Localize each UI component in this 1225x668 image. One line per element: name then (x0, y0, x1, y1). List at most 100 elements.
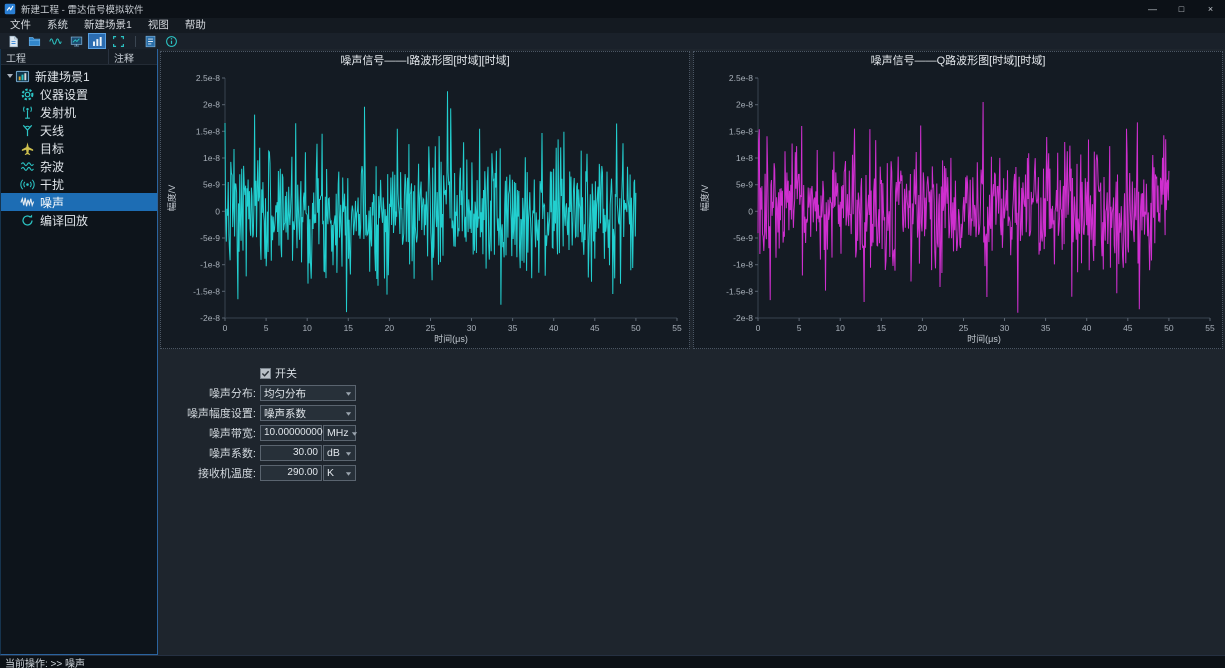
receiver-temperature-input[interactable]: 290.00 (260, 465, 322, 481)
expand-arrow-icon[interactable] (4, 72, 15, 80)
svg-text:0: 0 (756, 323, 761, 333)
svg-text:-1.5e-8: -1.5e-8 (726, 286, 753, 296)
window-title: 新建工程 - 雷达信号模拟软件 (21, 2, 1138, 16)
switch-label: 开关 (275, 365, 297, 381)
menu-item-system[interactable]: 系统 (39, 18, 76, 33)
svg-text:20: 20 (385, 323, 395, 333)
svg-text:-2e-8: -2e-8 (200, 313, 220, 323)
chevron-down-icon (345, 470, 352, 477)
svg-text:幅度/V: 幅度/V (699, 185, 710, 212)
tree-item-scene[interactable]: 新建场景1 (1, 67, 157, 85)
info-button[interactable] (162, 33, 180, 49)
waveform-view-button[interactable] (46, 33, 64, 49)
chart-title-i: 噪声信号——I路波形图[时域][时域] (161, 52, 689, 70)
tree-item-clutter[interactable]: 杂波 (1, 157, 157, 175)
svg-text:40: 40 (1082, 323, 1092, 333)
svg-text:30: 30 (1000, 323, 1010, 333)
tree-item-transmitter[interactable]: 发射机 (1, 103, 157, 121)
toolbar-divider (135, 36, 136, 47)
interference-icon (20, 177, 35, 192)
menu-item-view[interactable]: 视图 (140, 18, 177, 33)
menu-item-help[interactable]: 帮助 (177, 18, 214, 33)
chevron-down-icon (345, 450, 352, 457)
noise-distribution-select[interactable]: 均匀分布 (260, 385, 356, 401)
toolbar (0, 33, 1225, 49)
svg-text:15: 15 (344, 323, 354, 333)
menu-item-file[interactable]: 文件 (2, 18, 39, 33)
form-row: 噪声幅度设置:噪声系数 (168, 405, 1225, 421)
gear-icon (20, 87, 35, 102)
open-folder-icon (28, 35, 41, 48)
maximize-button[interactable]: □ (1167, 0, 1196, 18)
svg-text:20: 20 (918, 323, 928, 333)
tree-item-antenna[interactable]: 天线 (1, 121, 157, 139)
chart-title-q: 噪声信号——Q路波形图[时域][时域] (694, 52, 1222, 70)
tree-item-label: 仪器设置 (40, 86, 88, 103)
chevron-down-icon (351, 430, 358, 437)
switch-checkbox[interactable] (260, 368, 271, 379)
sidebar-column-notes: 注释 (109, 49, 139, 64)
svg-text:1.5e-8: 1.5e-8 (196, 126, 220, 136)
svg-text:-5e-9: -5e-9 (733, 233, 753, 243)
svg-text:-1e-8: -1e-8 (200, 260, 220, 270)
sidebar-column-project: 工程 (1, 49, 109, 64)
minimize-button[interactable]: — (1138, 0, 1167, 18)
unit-value: K (327, 467, 343, 479)
noise-bandwidth-unit-select[interactable]: MHz (323, 425, 356, 441)
close-button[interactable]: × (1196, 0, 1225, 18)
menubar: 文件系统新建场景1视图帮助 (0, 18, 1225, 33)
tree-item-instrument-settings[interactable]: 仪器设置 (1, 85, 157, 103)
menu-item-scene[interactable]: 新建场景1 (76, 18, 140, 33)
project-sidebar: 工程 注释 新建场景1仪器设置发射机天线目标杂波干扰噪声编译回放 (0, 49, 158, 655)
content: 工程 注释 新建场景1仪器设置发射机天线目标杂波干扰噪声编译回放 噪声信号——I… (0, 49, 1225, 655)
svg-text:1e-8: 1e-8 (736, 153, 753, 163)
report-button[interactable] (141, 33, 159, 49)
tree-item-interference[interactable]: 干扰 (1, 175, 157, 193)
export-view-button[interactable] (67, 33, 85, 49)
tree-item-label: 编译回放 (40, 212, 88, 229)
svg-text:10: 10 (835, 323, 845, 333)
svg-text:25: 25 (426, 323, 436, 333)
open-project-button[interactable] (25, 33, 43, 49)
new-project-button[interactable] (4, 33, 22, 49)
select-value: 噪声系数 (264, 406, 343, 421)
svg-text:2.5e-8: 2.5e-8 (196, 73, 220, 83)
noise-figure-input[interactable]: 30.00 (260, 445, 322, 461)
info-icon (165, 35, 178, 48)
noise-q-chart: 2.5e-82e-81.5e-81e-85e-90-5e-9-1e-8-1.5e… (694, 70, 1222, 348)
tree-item-label: 目标 (40, 140, 64, 157)
svg-text:40: 40 (549, 323, 559, 333)
target-icon (20, 141, 35, 156)
chart-panel-button[interactable] (88, 33, 106, 49)
form-field-label: 噪声系数: (168, 445, 256, 461)
tree-item-label: 新建场景1 (35, 68, 90, 85)
svg-text:1.5e-8: 1.5e-8 (729, 126, 753, 136)
receiver-temperature-unit-select[interactable]: K (323, 465, 356, 481)
svg-text:45: 45 (1123, 323, 1133, 333)
chart-plot: 2.5e-82e-81.5e-81e-85e-90-5e-9-1e-8-1.5e… (694, 70, 1222, 348)
svg-text:时间(μs): 时间(μs) (434, 333, 468, 344)
svg-text:5: 5 (797, 323, 802, 333)
tree-item-compile-replay[interactable]: 编译回放 (1, 211, 157, 229)
clutter-icon (20, 159, 35, 174)
form-row: 噪声带宽:10.000000000MHz (168, 425, 1225, 441)
form-field-label: 噪声分布: (168, 385, 256, 401)
form-row: 噪声系数:30.00dB (168, 445, 1225, 461)
svg-text:-5e-9: -5e-9 (200, 233, 220, 243)
form-row: 接收机温度:290.00K (168, 465, 1225, 481)
tree-item-noise[interactable]: 噪声 (1, 193, 157, 211)
noise-bandwidth-input[interactable]: 10.000000000 (260, 425, 322, 441)
fullscreen-button[interactable] (109, 33, 127, 49)
svg-text:10: 10 (302, 323, 312, 333)
noise-q-chart-panel: 噪声信号——Q路波形图[时域][时域] 2.5e-82e-81.5e-81e-8… (693, 51, 1223, 349)
tree-item-target[interactable]: 目标 (1, 139, 157, 157)
svg-text:时间(μs): 时间(μs) (967, 333, 1001, 344)
noise-figure-unit-select[interactable]: dB (323, 445, 356, 461)
app-icon (4, 3, 16, 15)
noise-amplitude-setting-select[interactable]: 噪声系数 (260, 405, 356, 421)
chevron-down-icon (345, 410, 352, 417)
svg-text:-1e-8: -1e-8 (733, 260, 753, 270)
chart-panel-icon (91, 35, 104, 48)
svg-text:55: 55 (672, 323, 682, 333)
noise-i-chart: 2.5e-82e-81.5e-81e-85e-90-5e-9-1e-8-1.5e… (161, 70, 689, 348)
